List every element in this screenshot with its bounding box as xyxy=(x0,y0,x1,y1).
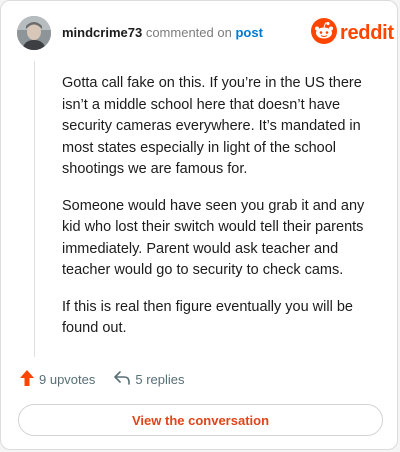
upvote-button[interactable]: 9 upvotes xyxy=(19,369,95,390)
comment-paragraph: If this is real then figure eventually y… xyxy=(62,298,353,337)
comment-stats: 9 upvotes 5 replies xyxy=(19,369,185,390)
reddit-alien-icon xyxy=(311,18,337,49)
comment-body: Gotta call fake on this. If you’re in th… xyxy=(62,73,384,355)
view-conversation-button[interactable]: View the conversation xyxy=(18,404,383,436)
thread-line xyxy=(34,61,35,357)
reply-arrow-icon xyxy=(113,370,131,389)
comment-paragraph: Gotta call fake on this. If you’re in th… xyxy=(62,75,362,177)
action-text: commented on xyxy=(145,25,232,40)
reply-count: 5 replies xyxy=(135,372,185,387)
reddit-wordmark: reddit xyxy=(340,22,394,44)
comment-embed-card: mindcrime73 commented on post reddit Got… xyxy=(0,0,398,450)
username-link[interactable]: mindcrime73 xyxy=(62,25,142,40)
replies-button[interactable]: 5 replies xyxy=(113,370,185,389)
upvote-count: 9 upvotes xyxy=(39,372,96,387)
post-link[interactable]: post xyxy=(235,25,262,40)
comment-header: mindcrime73 commented on post xyxy=(62,25,263,40)
avatar[interactable] xyxy=(17,16,51,50)
upvote-arrow-icon xyxy=(19,369,35,390)
reddit-logo[interactable]: reddit xyxy=(311,18,394,49)
comment-paragraph: Someone would have seen you grab it and … xyxy=(62,197,365,279)
